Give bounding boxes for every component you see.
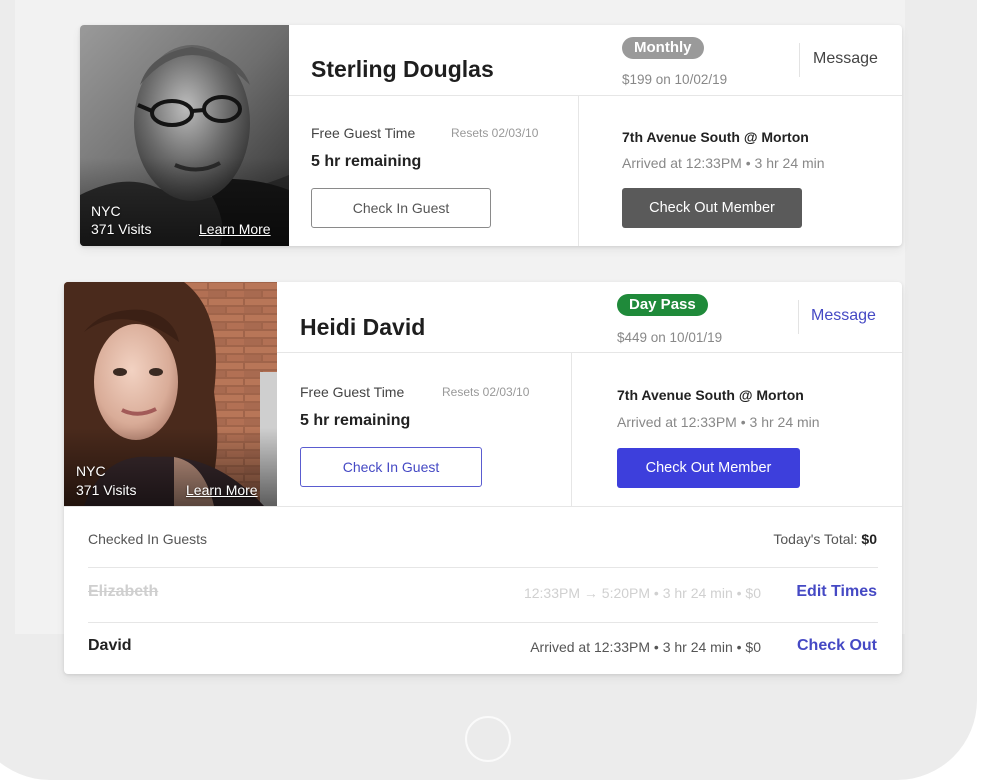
divider (88, 567, 878, 568)
member-city: NYC (91, 203, 121, 219)
member-photo[interactable]: NYC 371 Visits Learn More (80, 25, 289, 246)
divider (289, 95, 902, 96)
plan-badge: Monthly (622, 37, 704, 59)
edit-times-button[interactable]: Edit Times (796, 583, 877, 601)
guest-check-out-button[interactable]: Check Out (797, 637, 877, 655)
message-divider (798, 300, 799, 334)
member-city: NYC (76, 463, 106, 479)
guest-time-info: 12:33PM → 5:20PM • 3 hr 24 min • $0 (523, 585, 761, 601)
divider (64, 506, 902, 507)
arrival-info: Arrived at 12:33PM • 3 hr 24 min (622, 155, 825, 171)
learn-more-link[interactable]: Learn More (186, 482, 258, 498)
member-visits: 371 Visits (91, 221, 152, 237)
guest-time-label: Free Guest Time (311, 125, 416, 141)
guest-name: Elizabeth (88, 583, 159, 600)
member-card: NYC 371 Visits Learn More Sterling Dougl… (80, 25, 902, 246)
plan-price: $449 on 10/01/19 (617, 330, 723, 345)
check-out-member-button[interactable]: Check Out Member (622, 188, 802, 228)
guest-time-label: Free Guest Time (300, 384, 405, 400)
member-name: Sterling Douglas (311, 56, 494, 82)
divider (88, 622, 878, 623)
home-button[interactable] (465, 716, 511, 762)
guest-name: David (88, 637, 132, 654)
message-button[interactable]: Message (811, 307, 876, 325)
checked-in-guests-heading: Checked In Guests (88, 531, 208, 547)
resets-date: Resets 02/03/10 (451, 126, 539, 140)
todays-total: Today's Total: $0 (773, 531, 877, 547)
remaining-time: 5 hr remaining (300, 412, 411, 429)
member-name: Heidi David (300, 314, 426, 340)
message-button[interactable]: Message (813, 50, 878, 68)
member-photo[interactable]: NYC 371 Visits Learn More (64, 282, 277, 506)
plan-badge: Day Pass (617, 294, 708, 316)
todays-total-value: $0 (861, 531, 877, 547)
message-divider (799, 43, 800, 77)
guest-time-info: Arrived at 12:33PM • 3 hr 24 min • $0 (530, 639, 761, 655)
remaining-time: 5 hr remaining (311, 153, 422, 170)
divider (571, 352, 572, 506)
location-name: 7th Avenue South @ Morton (622, 129, 809, 145)
divider (578, 95, 579, 246)
check-out-member-button[interactable]: Check Out Member (617, 448, 800, 488)
check-in-guest-button[interactable]: Check In Guest (300, 447, 482, 487)
resets-date: Resets 02/03/10 (442, 385, 530, 399)
learn-more-link[interactable]: Learn More (199, 221, 271, 237)
member-card: NYC 371 Visits Learn More Heidi David Da… (64, 282, 902, 674)
plan-price: $199 on 10/02/19 (622, 72, 728, 87)
arrival-info: Arrived at 12:33PM • 3 hr 24 min (617, 414, 820, 430)
member-visits: 371 Visits (76, 482, 137, 498)
divider (277, 352, 902, 353)
todays-total-label: Today's Total: (773, 531, 858, 547)
location-name: 7th Avenue South @ Morton (617, 387, 804, 403)
check-in-guest-button[interactable]: Check In Guest (311, 188, 491, 228)
